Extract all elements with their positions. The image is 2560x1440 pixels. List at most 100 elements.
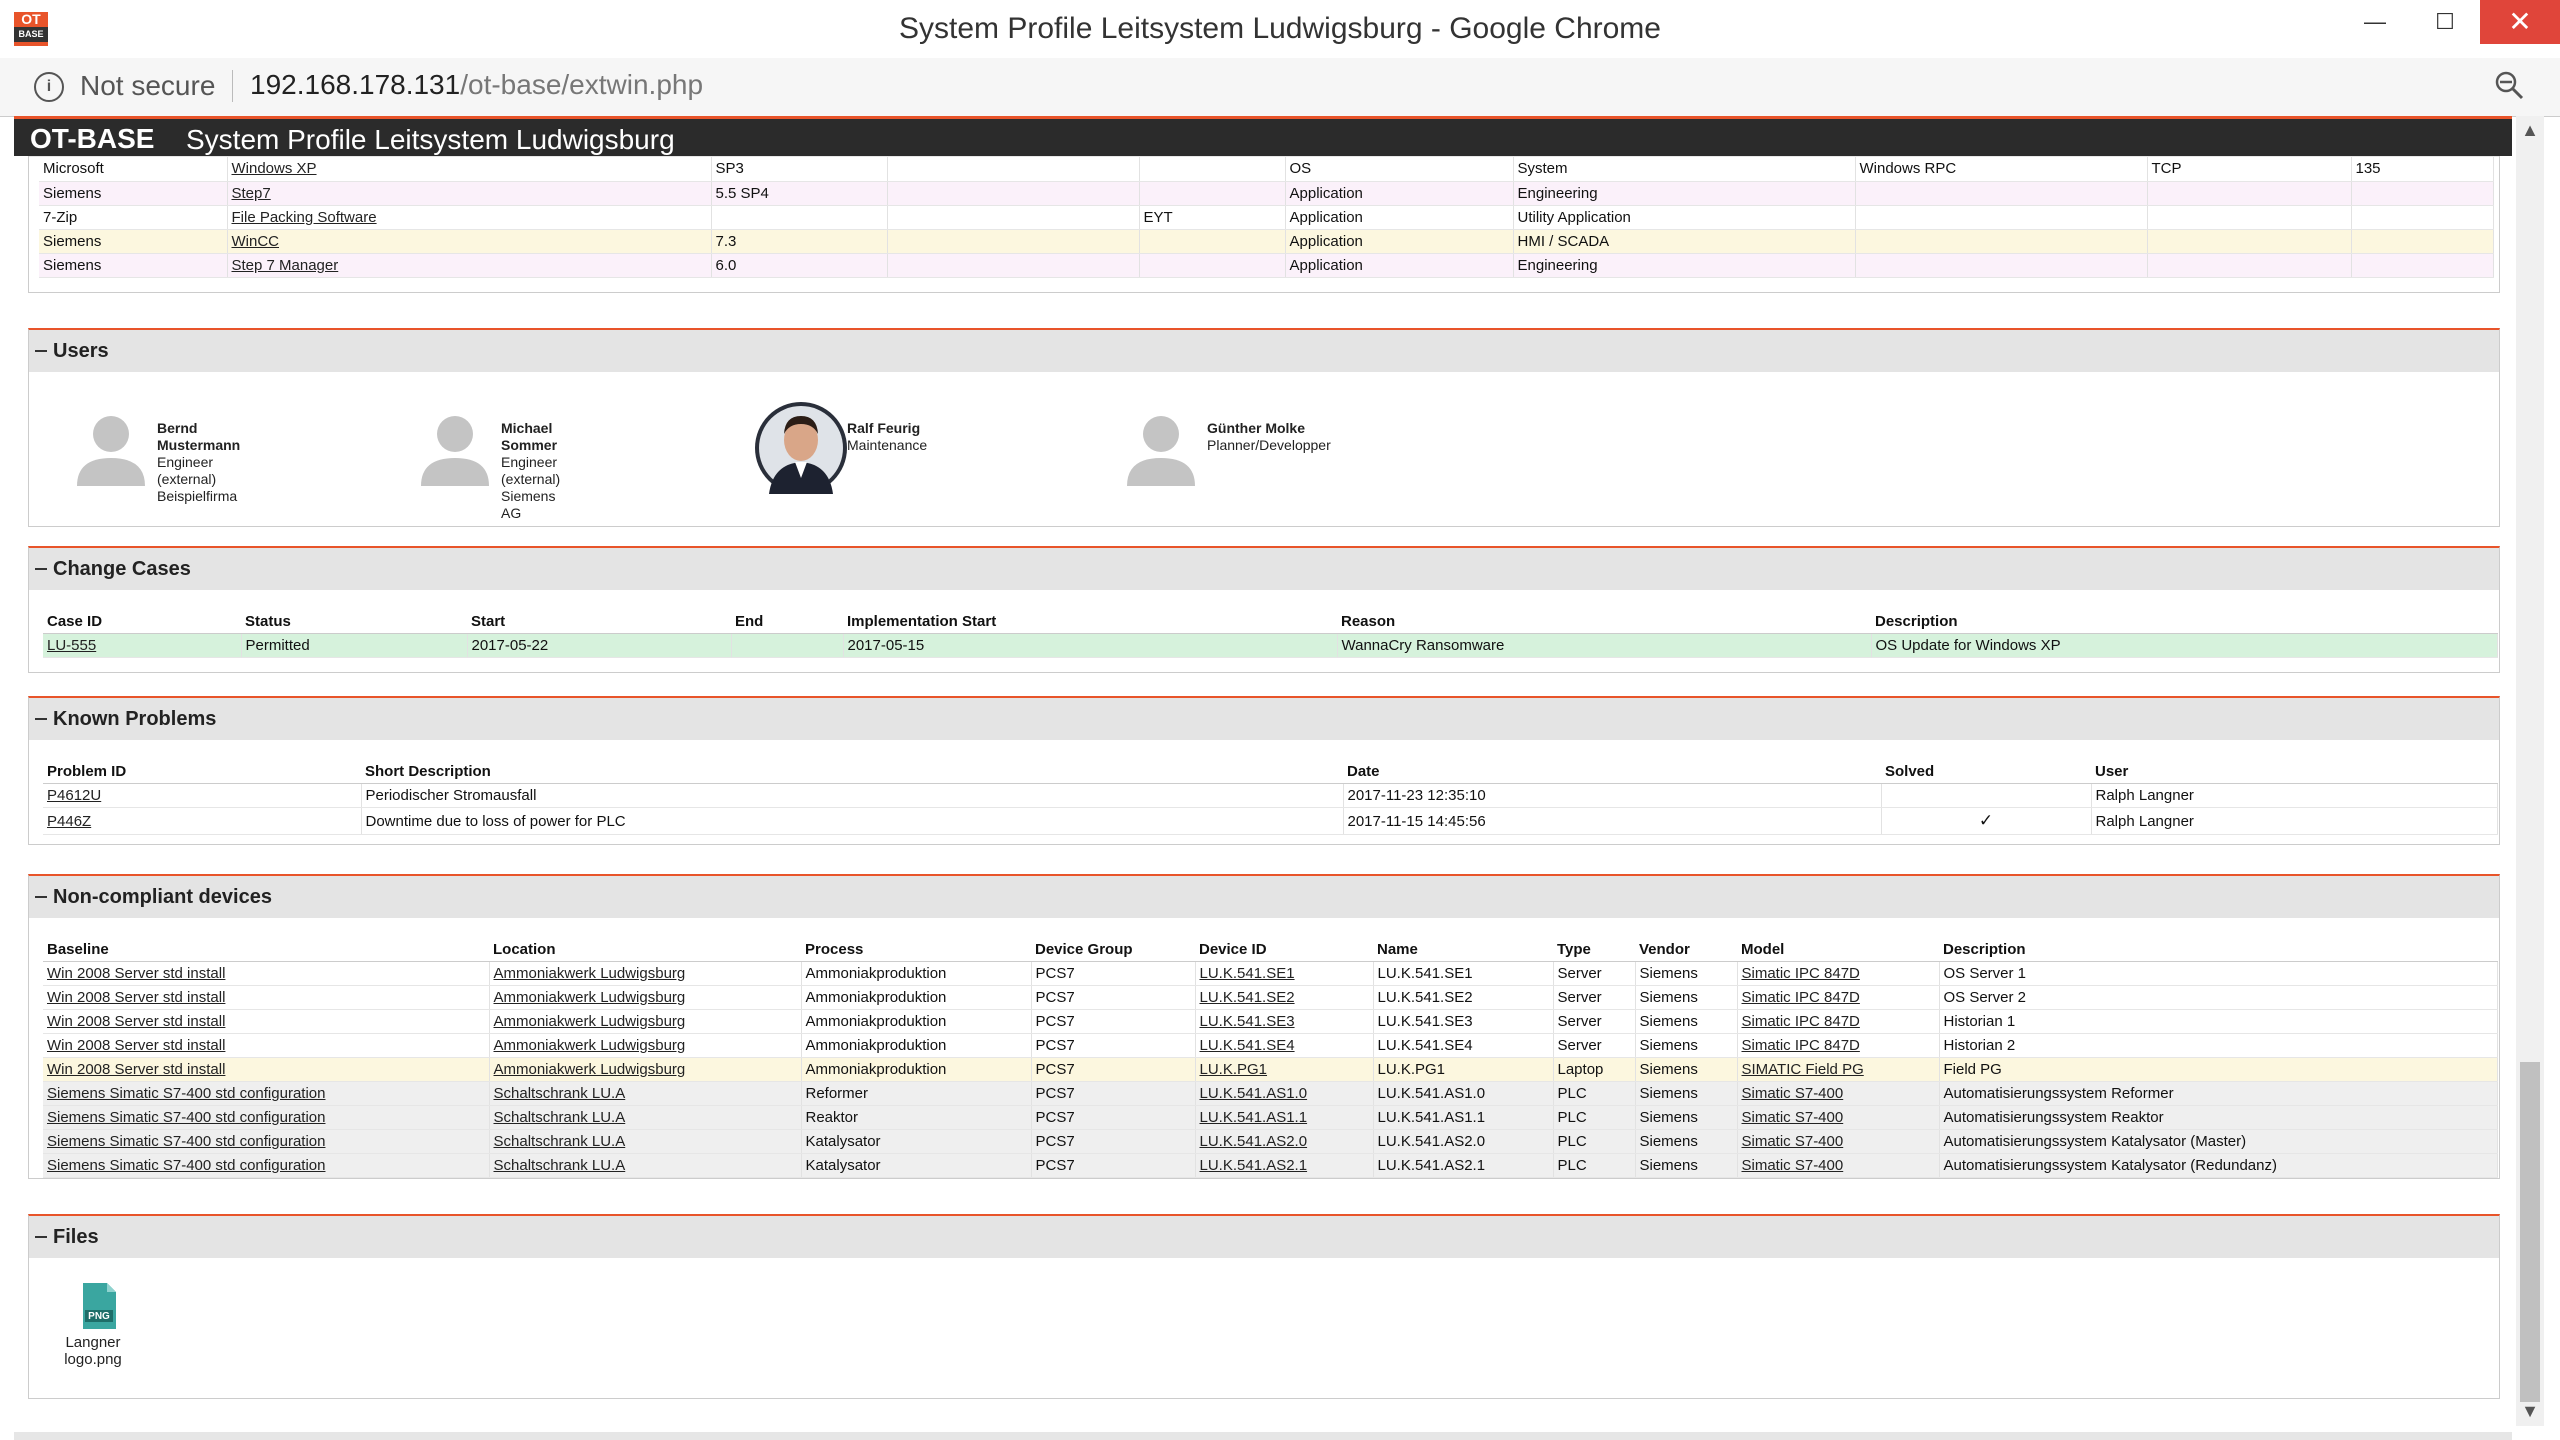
table-cell-link[interactable]: SIMATIC Field PG xyxy=(1737,1057,1940,1082)
table-cell-link[interactable]: File Packing Software xyxy=(227,205,712,230)
collapse-icon[interactable] xyxy=(35,1236,47,1238)
table-cell-link[interactable]: P4612U xyxy=(43,783,362,808)
table-cell-link[interactable]: Siemens Simatic S7-400 std configuration xyxy=(43,1105,490,1130)
table-cell-link[interactable]: Siemens Simatic S7-400 std configuration xyxy=(43,1129,490,1154)
zoom-icon[interactable] xyxy=(2494,70,2524,108)
table-cell-link[interactable]: WinCC xyxy=(227,229,712,254)
table-cell-link[interactable]: LU.K.541.AS2.0 xyxy=(1195,1129,1374,1154)
table-row[interactable]: Siemens Step7 5.5 SP4 Application Engineerin… xyxy=(39,181,2494,206)
column-header[interactable]: Solved xyxy=(1881,760,2091,784)
table-cell-link[interactable]: Schaltschrank LU.A xyxy=(489,1153,802,1178)
column-header[interactable]: Device Group xyxy=(1031,938,1195,962)
address-bar[interactable]: i Not secure 192.168.178.131/ot-base/ext… xyxy=(0,58,2560,117)
table-row[interactable]: Win 2008 Server std install Ammoniakwerk … xyxy=(43,1033,2498,1058)
column-header[interactable]: Status xyxy=(241,610,467,634)
column-header[interactable]: Description xyxy=(1939,938,2497,962)
vertical-scrollbar[interactable]: ▲ ▼ xyxy=(2516,116,2544,1426)
table-cell-link[interactable]: Simatic IPC 847D xyxy=(1737,961,1940,986)
table-row[interactable]: Siemens WinCC 7.3 Application HMI / SCADA xyxy=(39,229,2494,254)
noncompliant-header[interactable]: Non-compliant devices xyxy=(29,876,2499,918)
table-cell-link[interactable]: Ammoniakwerk Ludwigsburg xyxy=(489,1057,802,1082)
column-header[interactable]: Baseline xyxy=(43,938,489,962)
table-cell-link[interactable]: Windows XP xyxy=(227,157,712,182)
table-row[interactable]: Siemens Simatic S7-400 std configuration… xyxy=(43,1105,2498,1130)
table-cell-link[interactable]: LU.K.541.SE2 xyxy=(1195,985,1374,1010)
column-header[interactable]: Location xyxy=(489,938,801,962)
column-header[interactable]: Implementation Start xyxy=(843,610,1337,634)
column-header[interactable]: Device ID xyxy=(1195,938,1373,962)
table-cell-link[interactable]: Ammoniakwerk Ludwigsburg xyxy=(489,1033,802,1058)
collapse-icon[interactable] xyxy=(35,718,47,720)
table-cell-link[interactable]: Simatic IPC 847D xyxy=(1737,985,1940,1010)
collapse-icon[interactable] xyxy=(35,568,47,570)
table-cell-link[interactable]: Siemens Simatic S7-400 std configuration xyxy=(43,1081,490,1106)
column-header[interactable]: Start xyxy=(467,610,731,634)
table-row[interactable]: Siemens Step 7 Manager 6.0 Application Engin… xyxy=(39,253,2494,278)
collapse-icon[interactable] xyxy=(35,896,47,898)
table-cell-link[interactable]: LU.K.541.SE3 xyxy=(1195,1009,1374,1034)
table-row[interactable]: Siemens Simatic S7-400 std configuration… xyxy=(43,1153,2498,1178)
table-cell-link[interactable]: LU.K.541.AS2.1 xyxy=(1195,1153,1374,1178)
table-row[interactable]: Win 2008 Server std install Ammoniakwerk … xyxy=(43,1057,2498,1082)
column-header[interactable]: Reason xyxy=(1337,610,1871,634)
maximize-button[interactable]: ☐ xyxy=(2410,0,2480,44)
table-cell-link[interactable]: LU.K.541.SE4 xyxy=(1195,1033,1374,1058)
table-cell-link[interactable]: Simatic S7-400 xyxy=(1737,1081,1940,1106)
file-name[interactable]: Langner logo.png xyxy=(45,1334,141,1368)
column-header[interactable]: User xyxy=(2091,760,2497,784)
minimize-button[interactable]: — xyxy=(2340,0,2410,44)
table-cell-link[interactable]: Simatic S7-400 xyxy=(1737,1153,1940,1178)
table-cell-link[interactable]: Win 2008 Server std install xyxy=(43,961,490,986)
column-header[interactable]: Date xyxy=(1343,760,1881,784)
table-cell-link[interactable]: Simatic S7-400 xyxy=(1737,1105,1940,1130)
column-header[interactable]: Type xyxy=(1553,938,1635,962)
column-header[interactable]: Problem ID xyxy=(43,760,361,784)
table-row[interactable]: Siemens Simatic S7-400 std configuration… xyxy=(43,1081,2498,1106)
file-item[interactable]: PNG Langner logo.png xyxy=(29,1258,159,1378)
table-cell-link[interactable]: Ammoniakwerk Ludwigsburg xyxy=(489,985,802,1010)
collapse-icon[interactable] xyxy=(35,350,47,352)
scroll-thumb[interactable] xyxy=(2520,1062,2540,1402)
table-cell-link[interactable]: Simatic IPC 847D xyxy=(1737,1009,1940,1034)
table-cell-link[interactable]: P446Z xyxy=(43,807,362,835)
table-cell-link[interactable]: Step 7 Manager xyxy=(227,253,712,278)
table-cell-link[interactable]: LU.K.541.AS1.1 xyxy=(1195,1105,1374,1130)
table-cell-link[interactable]: Siemens Simatic S7-400 std configuration xyxy=(43,1153,490,1178)
table-cell-link[interactable]: LU.K.PG1 xyxy=(1195,1057,1374,1082)
table-row[interactable]: Win 2008 Server std install Ammoniakwerk … xyxy=(43,961,2498,986)
close-button[interactable]: ✕ xyxy=(2480,0,2560,44)
column-header[interactable]: Model xyxy=(1737,938,1939,962)
table-row[interactable]: 7-Zip File Packing Software EYT Application… xyxy=(39,205,2494,230)
column-header[interactable]: Short Description xyxy=(361,760,1343,784)
table-cell-link[interactable]: Ammoniakwerk Ludwigsburg xyxy=(489,1009,802,1034)
column-header[interactable]: Case ID xyxy=(43,610,241,634)
table-cell-link[interactable]: Win 2008 Server std install xyxy=(43,1033,490,1058)
table-cell-link[interactable]: Schaltschrank LU.A xyxy=(489,1105,802,1130)
table-cell-link[interactable]: Win 2008 Server std install xyxy=(43,985,490,1010)
table-cell-link[interactable]: Win 2008 Server std install xyxy=(43,1009,490,1034)
scroll-down-icon[interactable]: ▼ xyxy=(2516,1401,2544,1422)
table-cell-link[interactable]: Simatic IPC 847D xyxy=(1737,1033,1940,1058)
table-row[interactable]: LU-555 Permitted 2017-05-22 2017-05-15 Wanna… xyxy=(43,633,2498,658)
table-cell-link[interactable]: Schaltschrank LU.A xyxy=(489,1081,802,1106)
change-cases-header[interactable]: Change Cases xyxy=(29,548,2499,590)
table-cell-link[interactable]: LU-555 xyxy=(43,633,242,658)
known-problems-header[interactable]: Known Problems xyxy=(29,698,2499,740)
table-row[interactable]: Win 2008 Server std install Ammoniakwerk … xyxy=(43,985,2498,1010)
info-icon[interactable]: i xyxy=(34,72,64,102)
column-header[interactable]: Process xyxy=(801,938,1031,962)
table-cell-link[interactable]: Schaltschrank LU.A xyxy=(489,1129,802,1154)
table-row[interactable]: Win 2008 Server std install Ammoniakwerk … xyxy=(43,1009,2498,1034)
column-header[interactable]: Vendor xyxy=(1635,938,1737,962)
files-header[interactable]: Files xyxy=(29,1216,2499,1258)
table-row[interactable]: Microsoft Windows XP SP3 OS System Windows RP… xyxy=(39,157,2494,182)
column-header[interactable]: Name xyxy=(1373,938,1553,962)
table-cell-link[interactable]: Step7 xyxy=(227,181,712,206)
scroll-up-icon[interactable]: ▲ xyxy=(2516,120,2544,141)
table-cell-link[interactable]: LU.K.541.SE1 xyxy=(1195,961,1374,986)
column-header[interactable]: Description xyxy=(1871,610,2497,634)
url-text[interactable]: 192.168.178.131/ot-base/extwin.php xyxy=(250,69,703,101)
security-label[interactable]: Not secure xyxy=(80,70,215,102)
users-header[interactable]: Users xyxy=(29,330,2499,372)
table-cell-link[interactable]: Ammoniakwerk Ludwigsburg xyxy=(489,961,802,986)
